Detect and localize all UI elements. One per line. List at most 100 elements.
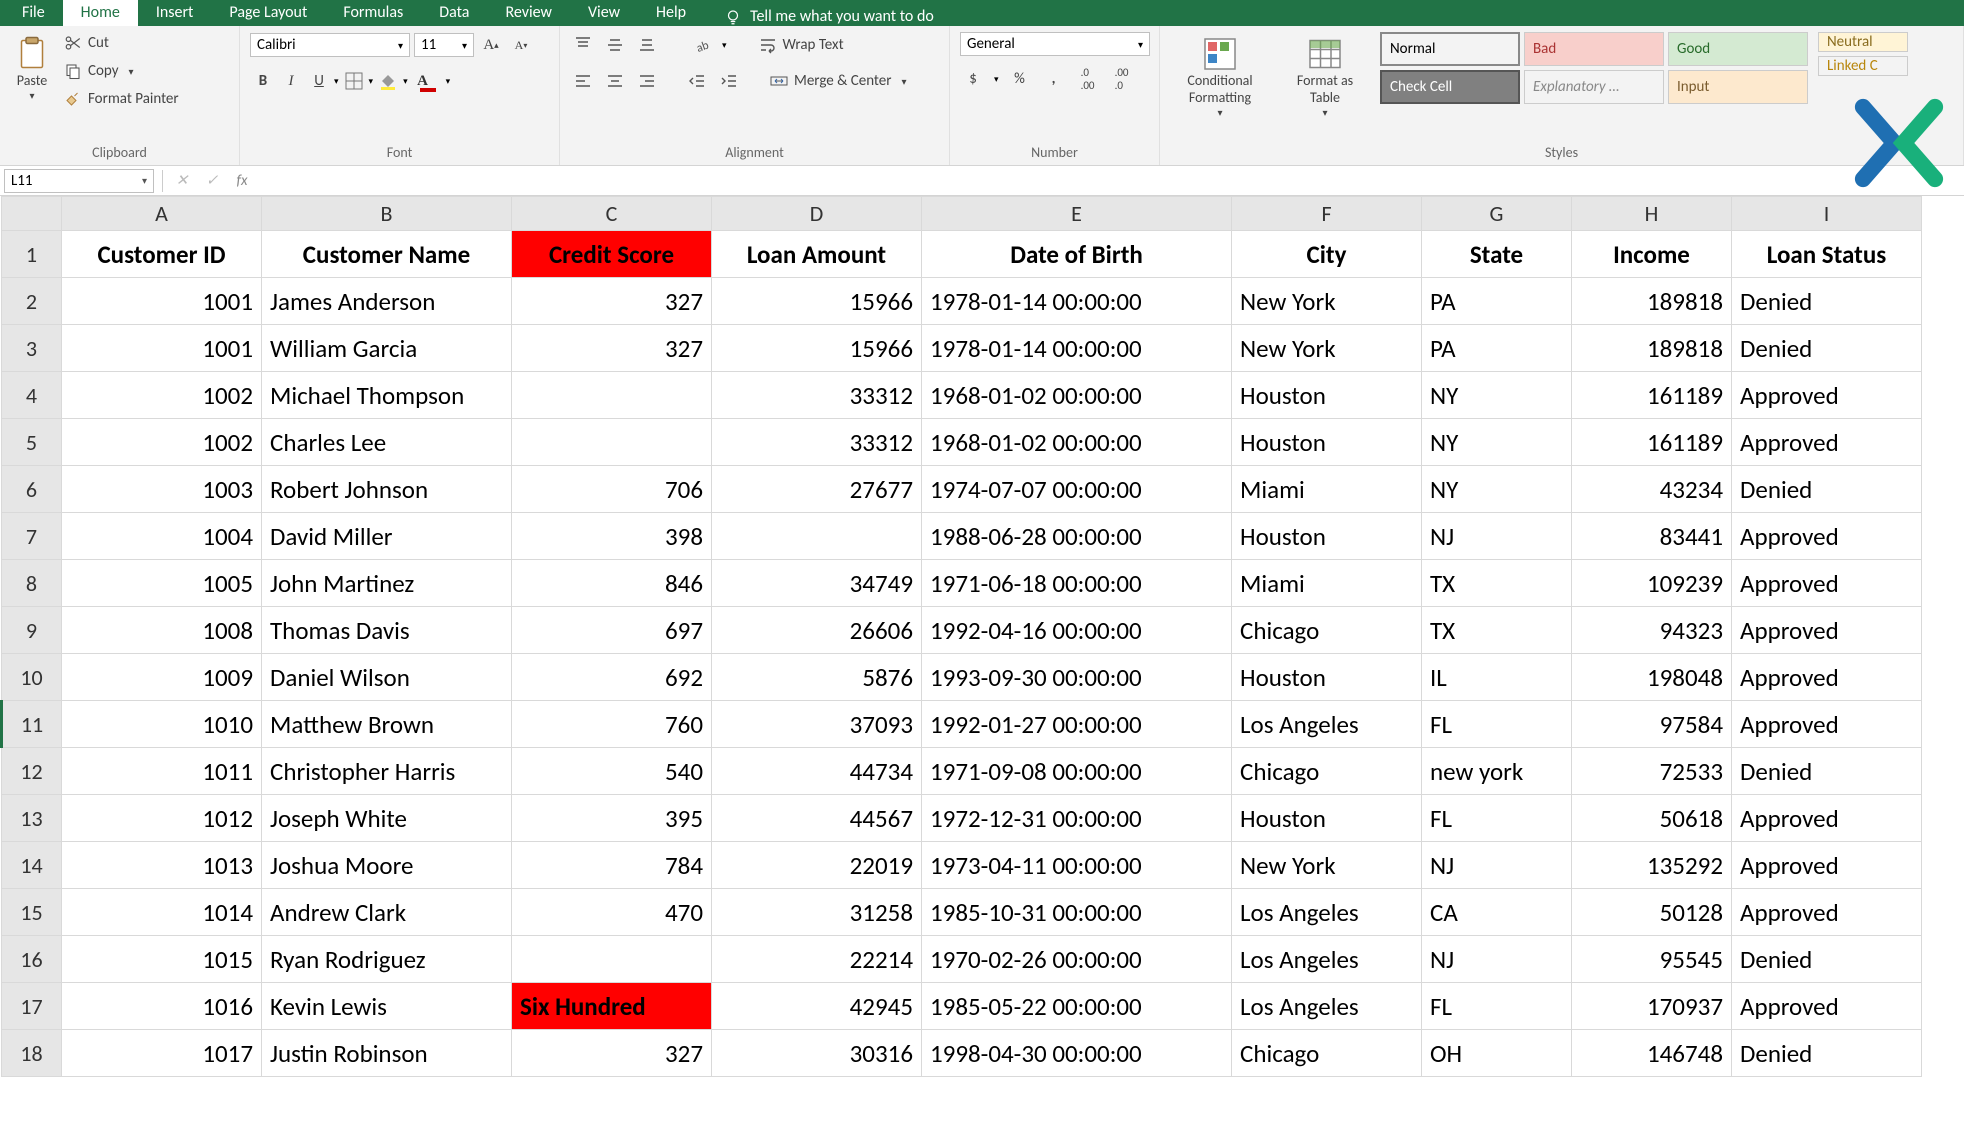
cell[interactable]: CA <box>1422 889 1572 936</box>
percent-button[interactable]: % <box>1007 66 1033 92</box>
formula-input[interactable] <box>257 169 1964 193</box>
cell[interactable]: 1978-01-14 00:00:00 <box>922 278 1232 325</box>
row-header-5[interactable]: 5 <box>2 419 62 466</box>
cell[interactable]: 1978-01-14 00:00:00 <box>922 325 1232 372</box>
align-left-button[interactable] <box>570 68 596 94</box>
row-header-2[interactable]: 2 <box>2 278 62 325</box>
cell[interactable]: New York <box>1232 278 1422 325</box>
underline-button[interactable]: U <box>306 68 332 94</box>
cell[interactable]: 1002 <box>62 419 262 466</box>
cell[interactable]: 784 <box>512 842 712 889</box>
cell[interactable]: 1974-07-07 00:00:00 <box>922 466 1232 513</box>
cell-styles-gallery[interactable]: Normal Bad Good Check Cell Explanatory …… <box>1380 32 1808 104</box>
cell[interactable]: James Anderson <box>262 278 512 325</box>
row-header-11[interactable]: 11 <box>2 701 62 748</box>
cell[interactable]: Approved <box>1732 654 1922 701</box>
format-as-table-button[interactable]: Format as Table▾ <box>1280 32 1370 123</box>
cell[interactable]: Daniel Wilson <box>262 654 512 701</box>
italic-button[interactable]: I <box>278 68 304 94</box>
cell[interactable]: 189818 <box>1572 278 1732 325</box>
cell[interactable]: 31258 <box>712 889 922 936</box>
cell[interactable]: 198048 <box>1572 654 1732 701</box>
cell[interactable]: Joshua Moore <box>262 842 512 889</box>
cell[interactable]: Chicago <box>1232 1030 1422 1077</box>
tab-file[interactable]: File <box>4 0 63 26</box>
cell[interactable]: TX <box>1422 560 1572 607</box>
cell[interactable]: Miami <box>1232 466 1422 513</box>
cell[interactable]: FL <box>1422 983 1572 1030</box>
cell[interactable]: 37093 <box>712 701 922 748</box>
cell[interactable]: 395 <box>512 795 712 842</box>
cell[interactable]: Robert Johnson <box>262 466 512 513</box>
cell[interactable]: 760 <box>512 701 712 748</box>
table-row[interactable]: 71004David Miller3981988-06-28 00:00:00H… <box>2 513 1922 560</box>
decrease-font-button[interactable]: A▾ <box>508 32 534 58</box>
style-normal[interactable]: Normal <box>1380 32 1520 66</box>
cell[interactable]: 97584 <box>1572 701 1732 748</box>
cell[interactable]: Andrew Clark <box>262 889 512 936</box>
cell[interactable]: 1002 <box>62 372 262 419</box>
font-name-combo[interactable]: Calibri▾ <box>250 33 410 57</box>
table-row[interactable]: 51002Charles Lee333121968-01-02 00:00:00… <box>2 419 1922 466</box>
cell[interactable]: NJ <box>1422 513 1572 560</box>
cell[interactable]: Denied <box>1732 278 1922 325</box>
cell[interactable]: 27677 <box>712 466 922 513</box>
font-size-combo[interactable]: 11▾ <box>414 33 474 57</box>
decrease-indent-button[interactable] <box>684 68 710 94</box>
style-neutral[interactable]: Neutral <box>1818 32 1908 52</box>
conditional-formatting-button[interactable]: Conditional Formatting▾ <box>1170 32 1270 123</box>
cell[interactable]: 15966 <box>712 325 922 372</box>
cell[interactable]: Ryan Rodriguez <box>262 936 512 983</box>
cell[interactable]: Houston <box>1232 372 1422 419</box>
cell[interactable]: 1001 <box>62 325 262 372</box>
select-all-corner[interactable] <box>2 197 62 231</box>
cell-header[interactable]: Date of Birth <box>922 231 1232 278</box>
style-input[interactable]: Input <box>1668 70 1808 104</box>
table-row[interactable]: 81005John Martinez846347491971-06-18 00:… <box>2 560 1922 607</box>
cell[interactable]: 94323 <box>1572 607 1732 654</box>
name-box[interactable]: L11 ▾ <box>4 169 154 193</box>
tell-me-search[interactable]: Tell me what you want to do <box>724 7 934 26</box>
row-header-16[interactable]: 16 <box>2 936 62 983</box>
cell[interactable]: 1015 <box>62 936 262 983</box>
cell[interactable]: 1014 <box>62 889 262 936</box>
tab-data[interactable]: Data <box>421 0 487 26</box>
cell[interactable]: 1970-02-26 00:00:00 <box>922 936 1232 983</box>
cell[interactable]: 44734 <box>712 748 922 795</box>
row-header-14[interactable]: 14 <box>2 842 62 889</box>
cell[interactable]: 83441 <box>1572 513 1732 560</box>
cell[interactable]: Approved <box>1732 842 1922 889</box>
cell[interactable]: 161189 <box>1572 372 1732 419</box>
cell[interactable]: 1011 <box>62 748 262 795</box>
style-bad[interactable]: Bad <box>1524 32 1664 66</box>
cell[interactable]: Miami <box>1232 560 1422 607</box>
cell[interactable]: Justin Robinson <box>262 1030 512 1077</box>
cell[interactable] <box>512 372 712 419</box>
cell[interactable]: OH <box>1422 1030 1572 1077</box>
style-explanatory[interactable]: Explanatory … <box>1524 70 1664 104</box>
fx-button[interactable]: fx <box>227 169 257 193</box>
cell[interactable]: Approved <box>1732 607 1922 654</box>
cell[interactable]: 135292 <box>1572 842 1732 889</box>
wrap-text-button[interactable]: Wrap Text <box>759 34 844 56</box>
cell[interactable]: 470 <box>512 889 712 936</box>
cell[interactable]: 706 <box>512 466 712 513</box>
cell-header[interactable]: Customer ID <box>62 231 262 278</box>
cell[interactable]: Thomas Davis <box>262 607 512 654</box>
cell[interactable]: Los Angeles <box>1232 701 1422 748</box>
cell[interactable]: 26606 <box>712 607 922 654</box>
accounting-button[interactable]: $ <box>960 66 986 92</box>
style-good[interactable]: Good <box>1668 32 1808 66</box>
cell[interactable]: Denied <box>1732 325 1922 372</box>
row-header-7[interactable]: 7 <box>2 513 62 560</box>
cell[interactable]: Charles Lee <box>262 419 512 466</box>
cell[interactable]: Los Angeles <box>1232 936 1422 983</box>
cell[interactable]: 50128 <box>1572 889 1732 936</box>
cell[interactable]: 161189 <box>1572 419 1732 466</box>
table-row[interactable]: 41002Michael Thompson333121968-01-02 00:… <box>2 372 1922 419</box>
cell[interactable]: 327 <box>512 325 712 372</box>
cell[interactable]: Denied <box>1732 936 1922 983</box>
comma-button[interactable]: , <box>1041 66 1067 92</box>
cell[interactable]: 1016 <box>62 983 262 1030</box>
cell-header[interactable]: Credit Score <box>512 231 712 278</box>
